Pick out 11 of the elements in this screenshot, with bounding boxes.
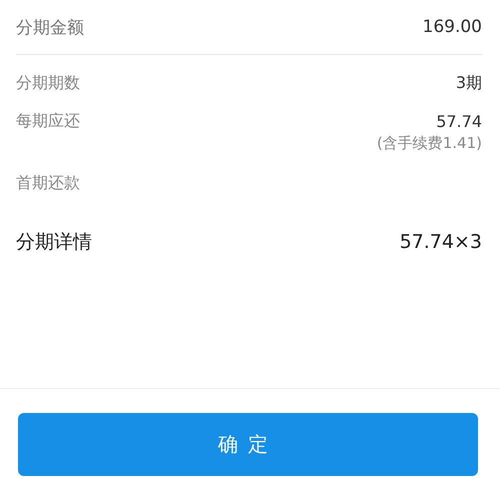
summary-label: 分期详情	[16, 230, 92, 255]
field-value: 3期	[456, 72, 482, 94]
field-value: 57.74	[436, 112, 482, 130]
field-label: 分期期数	[16, 72, 80, 94]
field-value: 169.00	[422, 17, 482, 37]
field-label: 分期金额	[16, 16, 84, 38]
confirm-button[interactable]: 确定	[18, 413, 478, 476]
fee-note: (含手续费1.41)	[376, 134, 482, 153]
field-label: 首期还款	[16, 172, 80, 194]
field-label: 每期应还	[16, 110, 80, 132]
summary-value: 57.74×3	[400, 231, 482, 253]
